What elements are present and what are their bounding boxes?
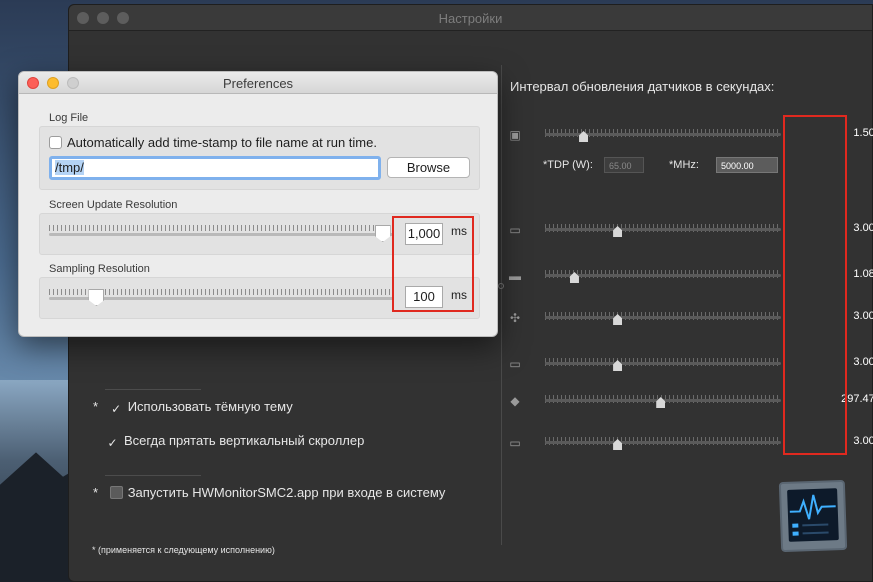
restart-marker: *: [93, 399, 99, 414]
screen-update-slider[interactable]: [49, 222, 394, 242]
checkmark-icon[interactable]: ✓: [106, 437, 119, 450]
tdp-field[interactable]: 65.00: [603, 157, 644, 173]
battery-icon: ▭: [509, 436, 521, 450]
slider-thumb[interactable]: [88, 289, 105, 306]
sensor-interval-slider[interactable]: [545, 437, 781, 450]
sensor-interval-slider[interactable]: [545, 312, 781, 325]
preferences-title: Preferences: [222, 76, 294, 91]
slider-ticks: [49, 225, 394, 231]
mhz-label: *MHz:: [669, 158, 699, 171]
split-handle[interactable]: [498, 283, 504, 289]
slider-thumb[interactable]: [569, 272, 579, 283]
sensor-interval-slider[interactable]: [545, 270, 781, 283]
preferences-titlebar: Preferences: [19, 72, 497, 94]
option-launch-at-login[interactable]: * Запустить HWMonitorSMC2.app при входе …: [93, 485, 445, 500]
separator: [105, 475, 201, 476]
mhz-field[interactable]: 5000.00: [716, 157, 779, 173]
log-file-label: Log File: [49, 112, 89, 124]
interval-label: Интервал обновления датчиков в секундах:: [510, 79, 775, 94]
slider-thumb[interactable]: [374, 225, 391, 242]
sensor-interval-slider[interactable]: [545, 395, 781, 408]
option-hide-scroller[interactable]: ✓ Всегда прятать вертикальный скроллер: [106, 433, 364, 450]
slider-thumb[interactable]: [579, 131, 589, 142]
settings-titlebar: Настройки: [69, 5, 872, 31]
sampling-slider[interactable]: [49, 286, 394, 306]
tdp-label: *TDP (W):: [543, 158, 593, 171]
timestamp-checkbox[interactable]: [49, 136, 62, 149]
sensor-interval-slider[interactable]: [545, 224, 781, 237]
tdp-mhz-row: *TDP (W): 65.00 *MHz: 5000.00: [543, 157, 779, 173]
app-icon: [778, 479, 848, 553]
dark-theme-label: Использовать тёмную тему: [127, 399, 293, 414]
option-dark-theme[interactable]: * ✓ Использовать тёмную тему: [93, 399, 293, 416]
sampling-label: Sampling Resolution: [49, 263, 150, 275]
launch-checkbox[interactable]: [109, 486, 123, 499]
settings-title: Настройки: [438, 11, 503, 26]
slider-thumb[interactable]: [613, 314, 623, 325]
hide-scroller-label: Всегда прятать вертикальный скроллер: [124, 433, 365, 448]
slider-thumb[interactable]: [613, 360, 623, 371]
log-path-input[interactable]: /tmp/: [49, 156, 381, 180]
timestamp-label: Automatically add time-stamp to file nam…: [67, 135, 377, 150]
values-highlight-box: [783, 115, 847, 455]
slider-rail: [49, 233, 394, 236]
fan-icon: ✣: [509, 311, 521, 325]
sensor-interval-slider[interactable]: [545, 358, 781, 371]
cpu-icon: ▣: [509, 128, 521, 142]
separator: [105, 389, 201, 390]
log-path-value: /tmp/: [55, 160, 84, 175]
drive-icon: ▭: [509, 357, 521, 371]
screen-update-label: Screen Update Resolution: [49, 199, 178, 211]
footnote: * (применяется к следующему исполнению): [92, 545, 275, 555]
launch-label: Запустить HWMonitorSMC2.app при входе в …: [127, 485, 446, 500]
ms-fields-highlight-box: [392, 216, 474, 312]
split-divider[interactable]: [501, 65, 502, 545]
network-icon: ◆: [510, 394, 520, 408]
slider-thumb[interactable]: [613, 439, 623, 450]
restart-marker: *: [93, 485, 99, 500]
slider-thumb[interactable]: [656, 397, 666, 408]
memory-icon: ▬: [509, 269, 521, 283]
checkmark-icon[interactable]: ✓: [110, 403, 123, 416]
gpu-icon: ▭: [509, 223, 521, 237]
slider-thumb[interactable]: [613, 226, 623, 237]
sensor-interval-slider[interactable]: [545, 129, 781, 142]
timestamp-option[interactable]: Automatically add time-stamp to file nam…: [49, 135, 377, 150]
browse-button[interactable]: Browse: [387, 157, 470, 178]
